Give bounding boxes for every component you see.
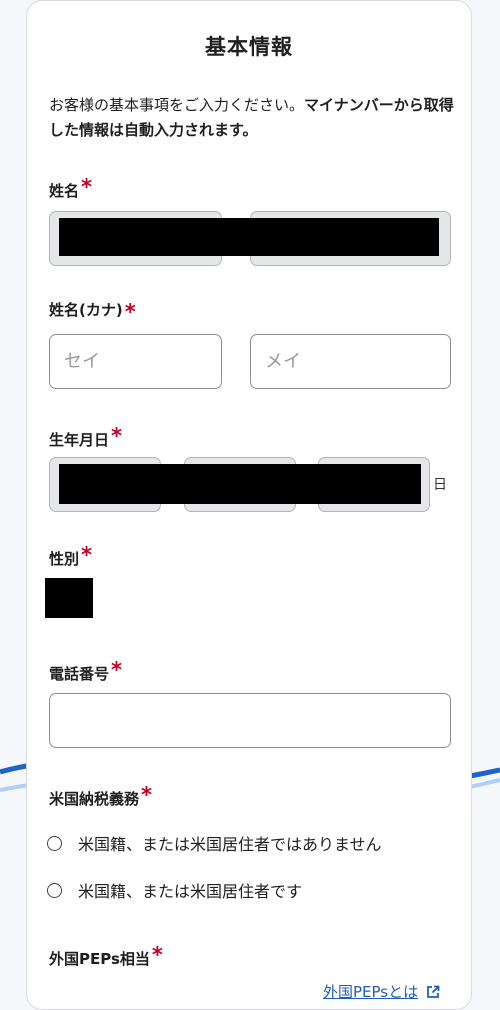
day-suffix: 日 xyxy=(433,477,447,493)
radio-icon[interactable] xyxy=(47,882,62,898)
radio-icon[interactable] xyxy=(47,835,62,851)
first-name-kana-field[interactable]: メイ xyxy=(250,334,451,389)
birthday-label: 生年月日* xyxy=(49,424,122,449)
peps-info-link[interactable]: 外国PEPsとは xyxy=(323,981,440,1002)
page-title: 基本情報 xyxy=(205,35,293,59)
redaction-block xyxy=(59,218,439,256)
last-name-kana-field[interactable]: セイ xyxy=(49,334,222,389)
required-mark: * xyxy=(81,175,92,199)
gender-label: 性別* xyxy=(49,543,92,568)
us-tax-option-yes[interactable]: 米国籍、または米国居住者です xyxy=(47,878,302,902)
redaction-block xyxy=(45,578,93,618)
required-mark: * xyxy=(111,658,122,682)
required-mark: * xyxy=(151,943,163,967)
phone-input[interactable] xyxy=(49,693,451,748)
name-kana-label: 姓名(カナ)* xyxy=(49,300,136,324)
us-tax-option-no[interactable]: 米国籍、または米国居住者ではありません xyxy=(47,831,382,855)
required-mark: * xyxy=(141,783,152,807)
peps-label: 外国PEPs相当* xyxy=(49,943,163,968)
redaction-block xyxy=(59,464,421,504)
basic-info-card: 基本情報 お客様の基本事項をご入力ください。マイナンバーから取得した情報は自動入… xyxy=(26,0,472,1010)
required-mark: * xyxy=(111,424,122,448)
required-mark: * xyxy=(124,300,136,324)
us-tax-label: 米国納税義務* xyxy=(49,783,152,808)
phone-label: 電話番号* xyxy=(49,658,122,683)
required-mark: * xyxy=(81,543,92,567)
description: お客様の基本事項をご入力ください。マイナンバーから取得した情報は自動入力されます… xyxy=(49,93,459,143)
description-normal: お客様の基本事項をご入力ください。 xyxy=(49,96,305,114)
external-link-icon[interactable] xyxy=(426,985,440,999)
name-label: 姓名* xyxy=(49,175,92,200)
